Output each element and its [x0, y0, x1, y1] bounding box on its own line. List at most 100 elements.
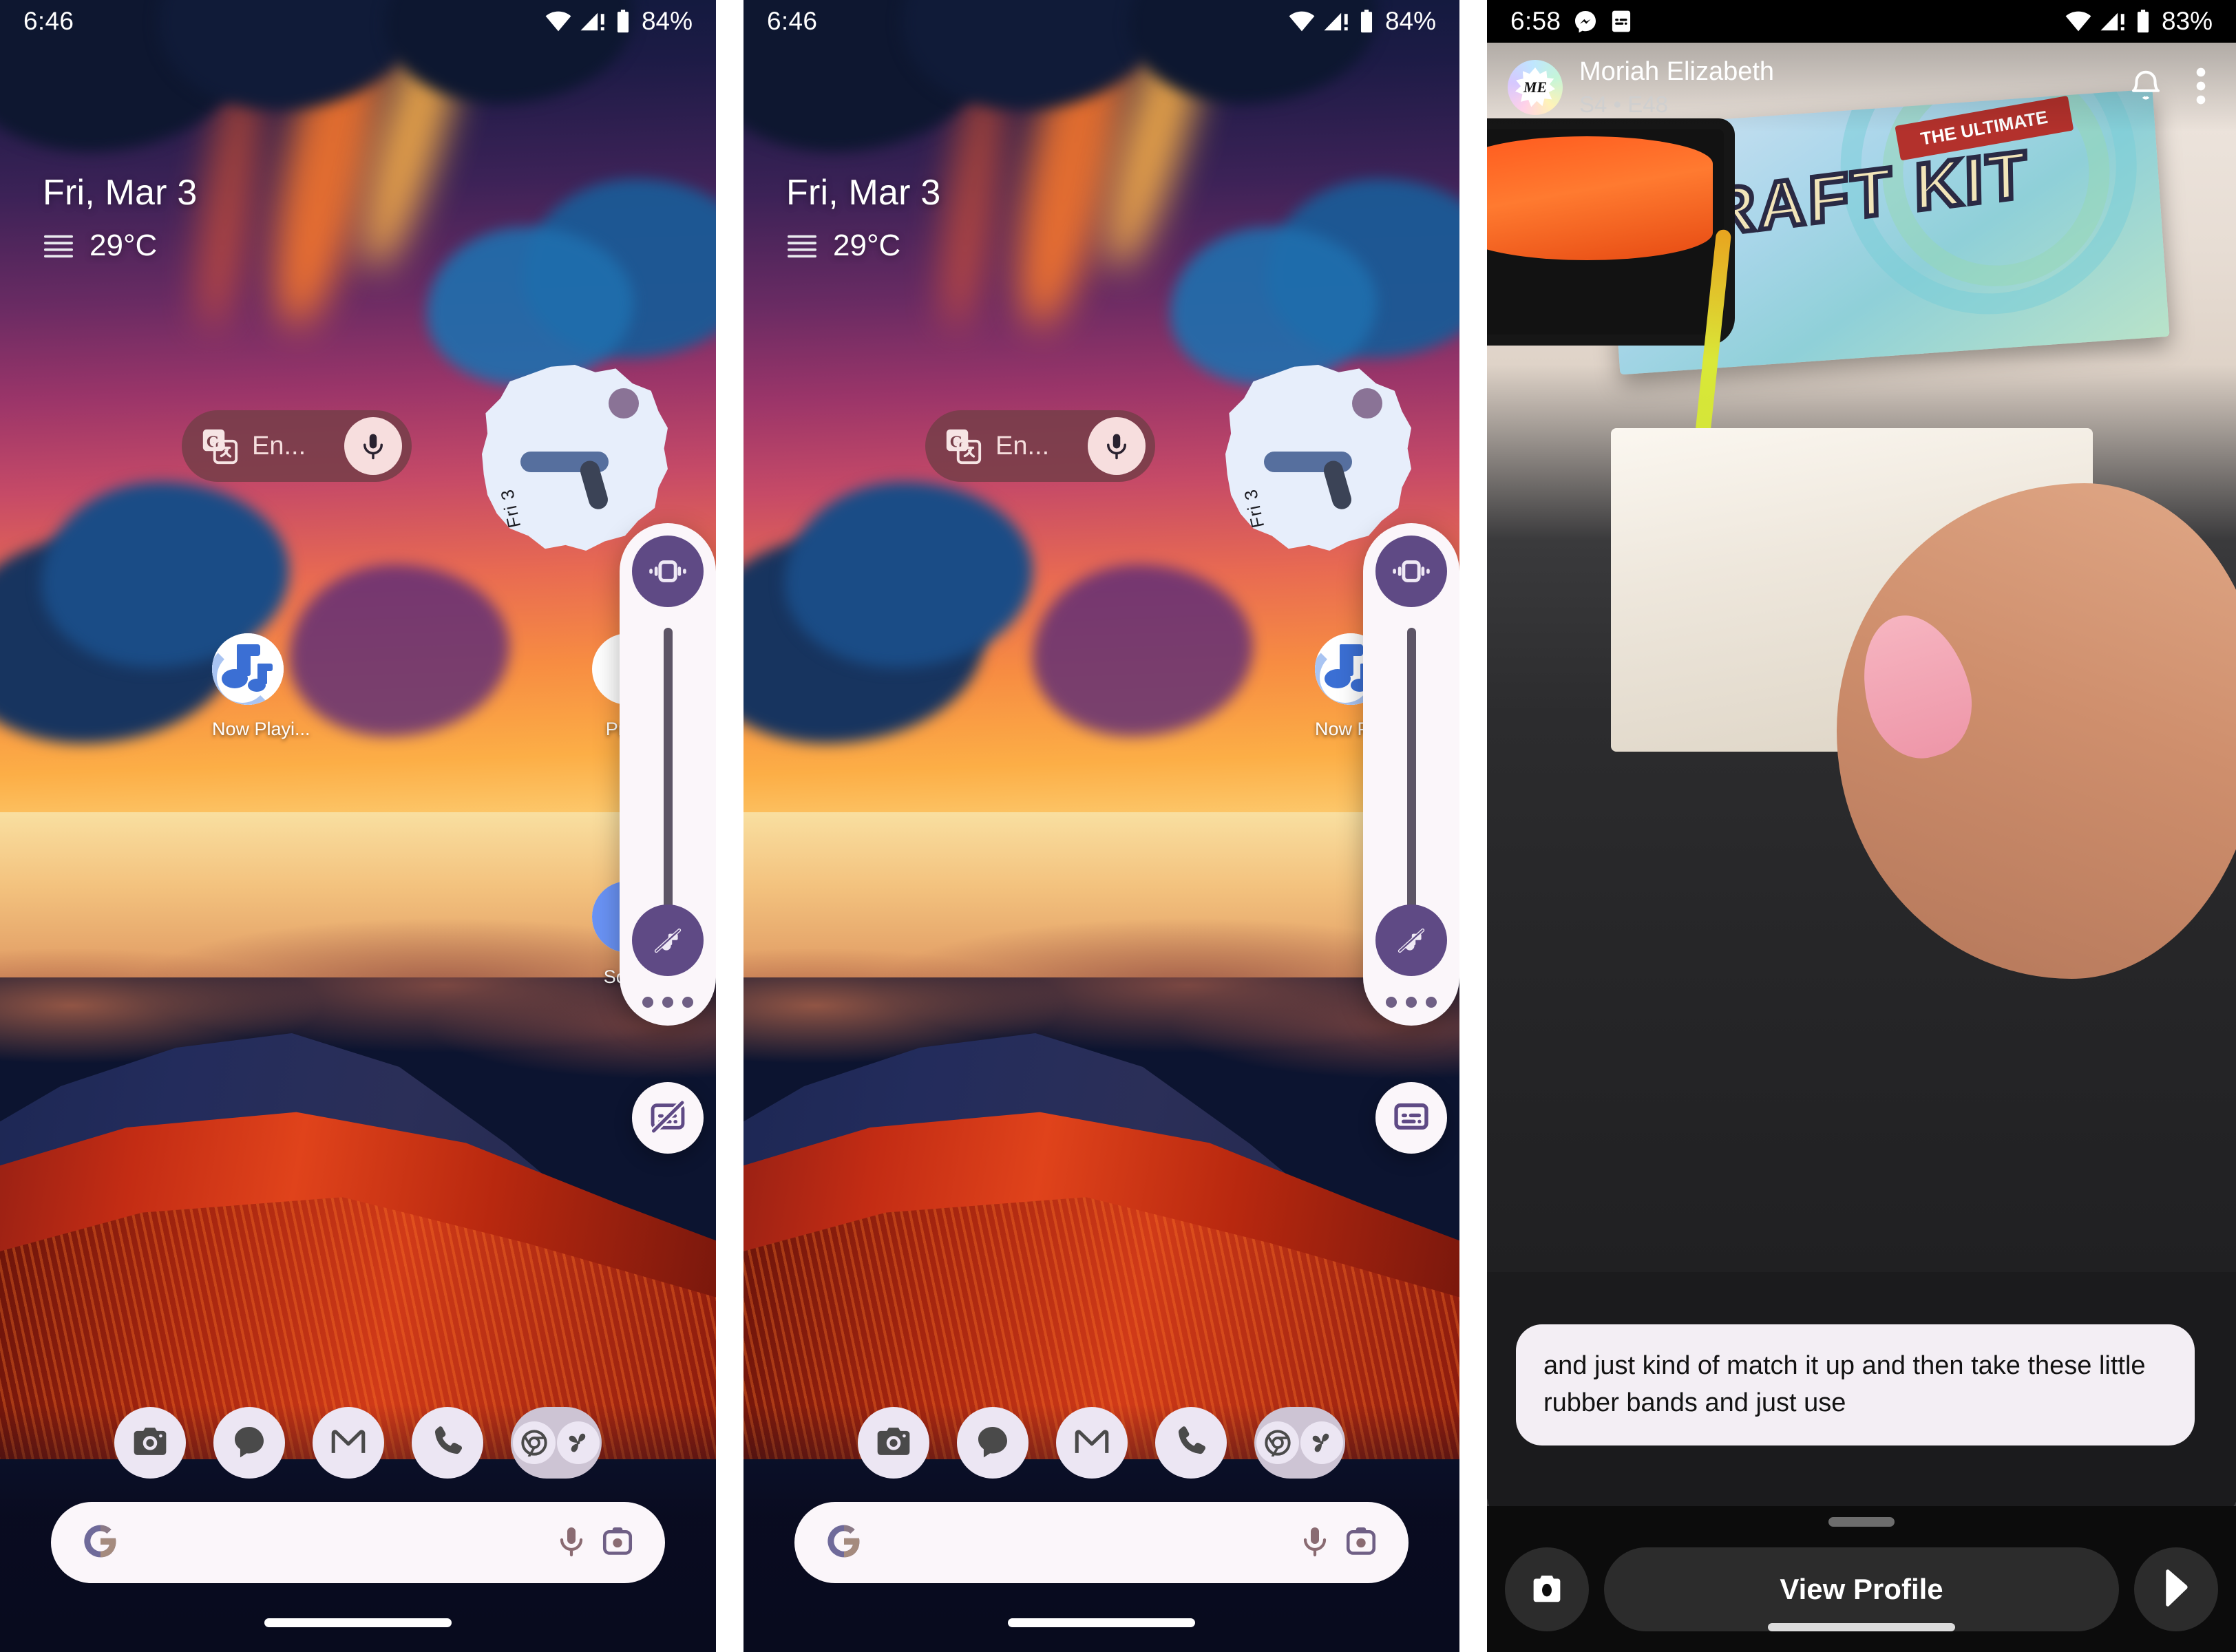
gmail-icon: [328, 1421, 368, 1465]
live-caption-toggle[interactable]: [1375, 1082, 1447, 1154]
google-translate-icon: G: [200, 426, 240, 466]
google-g-icon: [81, 1522, 120, 1564]
vibrate-icon[interactable]: [632, 536, 704, 607]
dock-item-messages[interactable]: [213, 1407, 285, 1479]
pinwheel-icon: [1300, 1421, 1343, 1464]
navigation-handle[interactable]: [1008, 1618, 1195, 1627]
status-clock: 6:46: [767, 7, 818, 35]
temperature-label: 29°C: [89, 229, 158, 262]
media-muted-icon[interactable]: [632, 904, 704, 976]
app-icon-now-playing[interactable]: Now Playi...: [212, 633, 310, 740]
volume-panel[interactable]: [1363, 523, 1459, 1026]
more-options-icon[interactable]: [642, 997, 693, 1008]
gmail-icon: [1072, 1421, 1112, 1465]
battery-icon: [2135, 10, 2151, 33]
fingernail: [1846, 602, 1986, 770]
phone-icon: [1172, 1423, 1210, 1463]
story-header: ME Moriah Elizabeth S4 • E48: [1487, 43, 2236, 132]
send-button[interactable]: [2134, 1547, 2218, 1631]
camera-icon: [131, 1422, 169, 1464]
story-media[interactable]: THE ULTIMATE CRAFT KIT: [1487, 43, 2236, 1506]
cellular-alert-icon: [1323, 10, 1351, 32]
avatar-initials: ME: [1523, 78, 1548, 96]
live-caption-toggle[interactable]: [632, 1082, 704, 1154]
status-bar: 6:46 84%: [743, 0, 1459, 43]
dock-item-gmail[interactable]: [313, 1407, 384, 1479]
bell-icon[interactable]: [2122, 67, 2170, 108]
date-label: Fri, Mar 3: [43, 173, 198, 213]
volume-slider[interactable]: [1406, 628, 1416, 911]
app-label: Now Playi...: [212, 719, 310, 739]
microphone-icon[interactable]: [555, 1525, 588, 1561]
dock-item-phone[interactable]: [412, 1407, 483, 1479]
status-clock: 6:58: [1510, 7, 1561, 35]
volume-panel[interactable]: [620, 523, 716, 1026]
dock-item-folder[interactable]: [511, 1407, 602, 1479]
google-lens-icon[interactable]: [600, 1524, 635, 1562]
microphone-icon[interactable]: [344, 417, 402, 475]
view-profile-button[interactable]: View Profile: [1604, 1547, 2119, 1631]
paint-pot: [1487, 118, 1735, 346]
at-a-glance-widget[interactable]: Fri, Mar 3 29°C: [786, 172, 940, 263]
screenshot-collage: 6:46 84% Fri, Mar 3 29°C Now Playi... G …: [0, 0, 2236, 1652]
at-a-glance-widget[interactable]: Fri, Mar 3 29°C: [43, 172, 197, 263]
battery-percentage: 84%: [641, 7, 693, 35]
dock-item-folder[interactable]: [1254, 1407, 1345, 1479]
dock-item-gmail[interactable]: [1056, 1407, 1128, 1479]
google-search-bar[interactable]: [794, 1502, 1409, 1583]
dock: [743, 1407, 1459, 1479]
camera-icon: [874, 1422, 913, 1464]
phone-icon: [429, 1423, 466, 1463]
dock-item-camera[interactable]: [858, 1407, 929, 1479]
google-search-bar[interactable]: [51, 1502, 665, 1583]
more-options-icon[interactable]: [1386, 997, 1437, 1008]
view-profile-label: View Profile: [1780, 1573, 1943, 1605]
translate-language-label: En...: [995, 431, 1050, 460]
panel-divider: [716, 0, 743, 1652]
account-name: Moriah Elizabeth: [1579, 57, 1775, 87]
avatar[interactable]: ME: [1508, 60, 1563, 115]
pinwheel-icon: [557, 1421, 600, 1464]
messenger-icon: [1573, 9, 1598, 34]
live-caption-icon: [1610, 9, 1632, 34]
wifi-icon: [2065, 10, 2092, 32]
messages-icon: [973, 1422, 1012, 1464]
dock-item-messages[interactable]: [957, 1407, 1029, 1479]
battery-icon: [1358, 10, 1375, 33]
chrome-icon: [1256, 1421, 1299, 1464]
haze-icon: [786, 231, 818, 260]
live-caption-off-icon: [648, 1097, 687, 1139]
home-screen-caption-on: 6:46 84% Fri, Mar 3 29°C Now G En... Fri…: [743, 0, 1459, 1652]
messages-icon: [230, 1422, 268, 1464]
drag-handle[interactable]: [1828, 1517, 1895, 1527]
clock-marker: [609, 388, 639, 419]
battery-percentage: 84%: [1384, 7, 1436, 35]
dock-item-camera[interactable]: [114, 1407, 186, 1479]
volume-slider[interactable]: [663, 628, 673, 911]
chrome-icon: [513, 1421, 556, 1464]
microphone-icon[interactable]: [1088, 417, 1146, 475]
google-lens-icon[interactable]: [1344, 1524, 1378, 1562]
cellular-alert-icon: [2100, 10, 2127, 32]
status-clock: 6:46: [23, 7, 74, 35]
panel-divider: [1459, 0, 1487, 1652]
dock-item-phone[interactable]: [1155, 1407, 1227, 1479]
google-translate-icon: G: [943, 426, 983, 466]
more-vert-icon[interactable]: [2186, 66, 2215, 109]
microphone-icon[interactable]: [1298, 1525, 1331, 1561]
media-muted-icon[interactable]: [1375, 904, 1447, 976]
vibrate-icon[interactable]: [1375, 536, 1447, 607]
google-translate-widget[interactable]: G En...: [925, 410, 1155, 482]
live-caption-bubble[interactable]: and just kind of match it up and then ta…: [1516, 1324, 2195, 1446]
translate-language-label: En...: [252, 431, 306, 460]
camera-button[interactable]: [1505, 1547, 1589, 1631]
wifi-icon: [1288, 10, 1316, 32]
navigation-handle[interactable]: [1768, 1623, 1955, 1631]
temperature-label: 29°C: [833, 229, 901, 262]
story-viewer-screen: 6:58 83% CRAFT KIT ME Moriah Elizabeth S…: [1487, 0, 2236, 1652]
status-bar: 6:58 83%: [1487, 0, 2236, 43]
battery-icon: [615, 10, 631, 33]
navigation-handle[interactable]: [264, 1618, 452, 1627]
google-translate-widget[interactable]: G En...: [182, 410, 412, 482]
episode-label: S4 • E48: [1579, 91, 1668, 117]
